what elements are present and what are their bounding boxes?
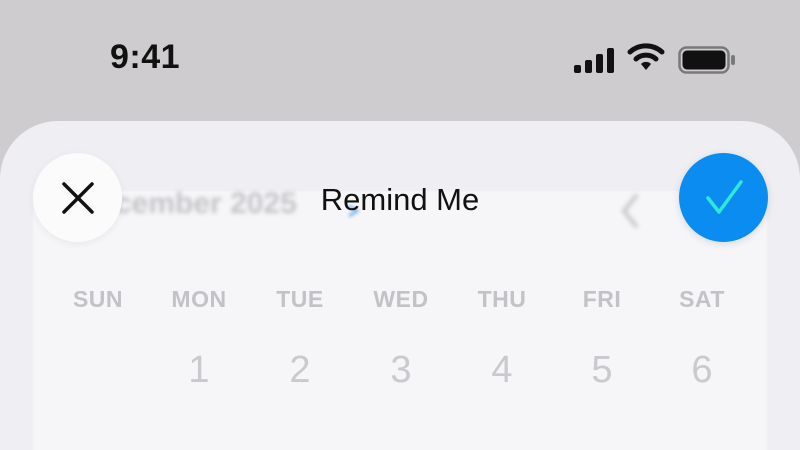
calendar-date[interactable]: 2 [250, 349, 350, 392]
calendar-date[interactable]: 5 [552, 349, 652, 392]
close-icon [61, 181, 94, 214]
status-bar: 9:41 [0, 0, 800, 120]
checkmark-icon [705, 179, 743, 214]
weekday-label: WED [373, 286, 429, 312]
weekday-label: SUN [72, 286, 124, 312]
previous-month-chevron-icon[interactable] [620, 193, 640, 229]
weekday-header-row: SUN MON TUE WED THU FRI SAT [48, 286, 748, 316]
wifi-icon [627, 43, 665, 70]
weekday-label: TUE [276, 286, 324, 312]
calendar-date[interactable]: 6 [652, 349, 752, 392]
weekday-label: THU [477, 286, 527, 312]
cellular-signal-icon [574, 47, 616, 73]
status-time: 9:41 [110, 38, 181, 76]
calendar-date-row: 1 2 3 4 5 6 [48, 349, 748, 393]
weekday-label: MON [171, 286, 227, 312]
remind-me-sheet: cember 2025 SUN MON TUE WED THU FRI SAT … [0, 121, 800, 450]
weekday-label: SAT [679, 286, 725, 312]
calendar-panel [33, 191, 767, 450]
calendar-date[interactable]: 3 [351, 349, 451, 392]
close-button[interactable] [33, 153, 122, 242]
battery-icon [678, 46, 735, 74]
confirm-button[interactable] [679, 153, 768, 242]
weekday-label: FRI [582, 286, 622, 312]
sheet-title: Remind Me [320, 182, 480, 217]
calendar-date[interactable]: 1 [149, 349, 249, 392]
calendar-date[interactable]: 4 [452, 349, 552, 392]
